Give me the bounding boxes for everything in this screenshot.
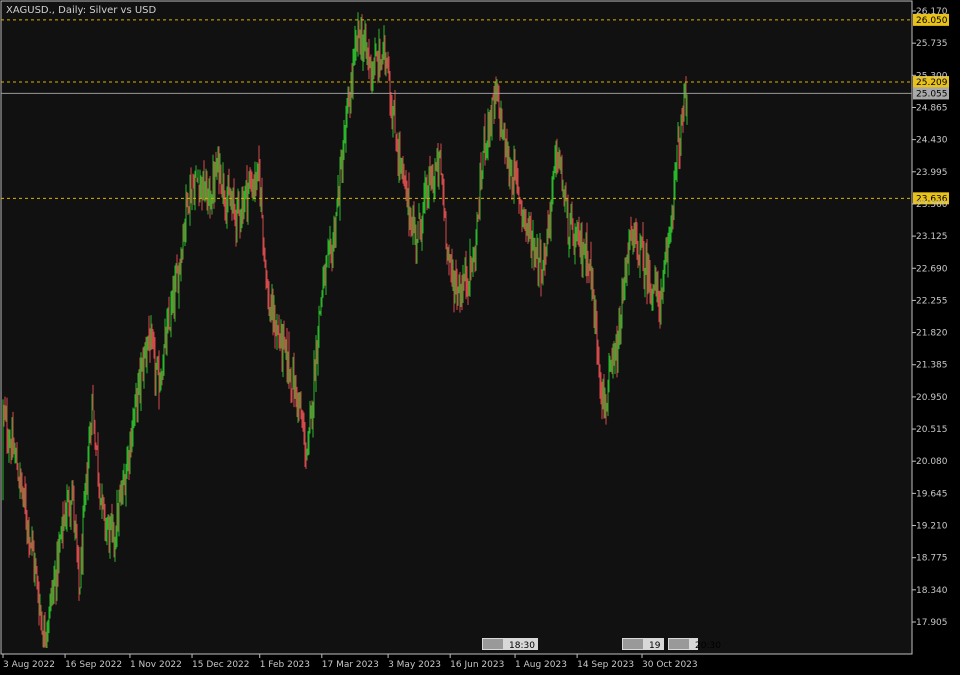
price-tick-label: 22.690 xyxy=(916,264,948,274)
time-tick-label: 16 Sep 2022 xyxy=(65,660,122,670)
time-marker-label: 20:30 xyxy=(695,641,721,651)
price-tick-label: 19.210 xyxy=(916,522,948,532)
time-tick-label: 1 Feb 2023 xyxy=(260,660,310,670)
time-tick-label: 30 Oct 2023 xyxy=(642,660,698,670)
price-tick-label: 24.430 xyxy=(916,136,948,146)
price-tick-label: 17.905 xyxy=(916,618,948,628)
price-tick-label: 24.865 xyxy=(916,103,948,113)
chart-title: XAGUSD., Daily: Silver vs USD xyxy=(6,5,157,16)
time-tick-label: 3 Aug 2022 xyxy=(3,660,55,670)
price-tick-label: 25.300 xyxy=(916,71,948,81)
price-tick-label: 18.775 xyxy=(916,554,948,564)
time-marker: 18:30 xyxy=(482,638,538,651)
price-tick-label: 23.125 xyxy=(916,232,948,242)
time-tick-label: 1 Aug 2023 xyxy=(515,660,567,670)
time-tick-label: 1 Nov 2022 xyxy=(130,660,182,670)
price-tick-label: 23.560 xyxy=(916,200,948,210)
time-tick-label: 14 Sep 2023 xyxy=(577,660,634,670)
plot-area[interactable] xyxy=(0,0,913,655)
time-tick-label: 16 Jun 2023 xyxy=(450,660,504,670)
price-level-label: 25.055 xyxy=(916,89,948,99)
price-tick-label: 23.995 xyxy=(916,168,948,178)
price-chart[interactable]: 26.05025.20925.05523.636 26.17025.73525.… xyxy=(0,0,960,675)
time-marker: 19 xyxy=(622,638,664,651)
price-tick-label: 21.820 xyxy=(916,329,948,339)
price-tick-label: 20.515 xyxy=(916,425,948,435)
price-tick-label: 20.080 xyxy=(916,457,948,467)
price-tick-label: 22.255 xyxy=(916,296,948,306)
price-tick-label: 20.950 xyxy=(916,393,948,403)
price-tick-label: 26.170 xyxy=(916,7,948,17)
price-tick-label: 19.645 xyxy=(916,489,948,499)
time-tick-label: 15 Dec 2022 xyxy=(192,660,250,670)
price-tick-label: 21.385 xyxy=(916,361,948,371)
price-level-label: 26.050 xyxy=(916,16,948,26)
time-marker-label: 19 xyxy=(649,641,661,651)
price-tick-label: 25.735 xyxy=(916,39,948,49)
time-tick-label: 3 May 2023 xyxy=(388,660,441,670)
time-tick-label: 17 Mar 2023 xyxy=(322,660,379,670)
time-marker-label: 18:30 xyxy=(509,641,535,651)
price-tick-label: 18.340 xyxy=(916,586,948,596)
